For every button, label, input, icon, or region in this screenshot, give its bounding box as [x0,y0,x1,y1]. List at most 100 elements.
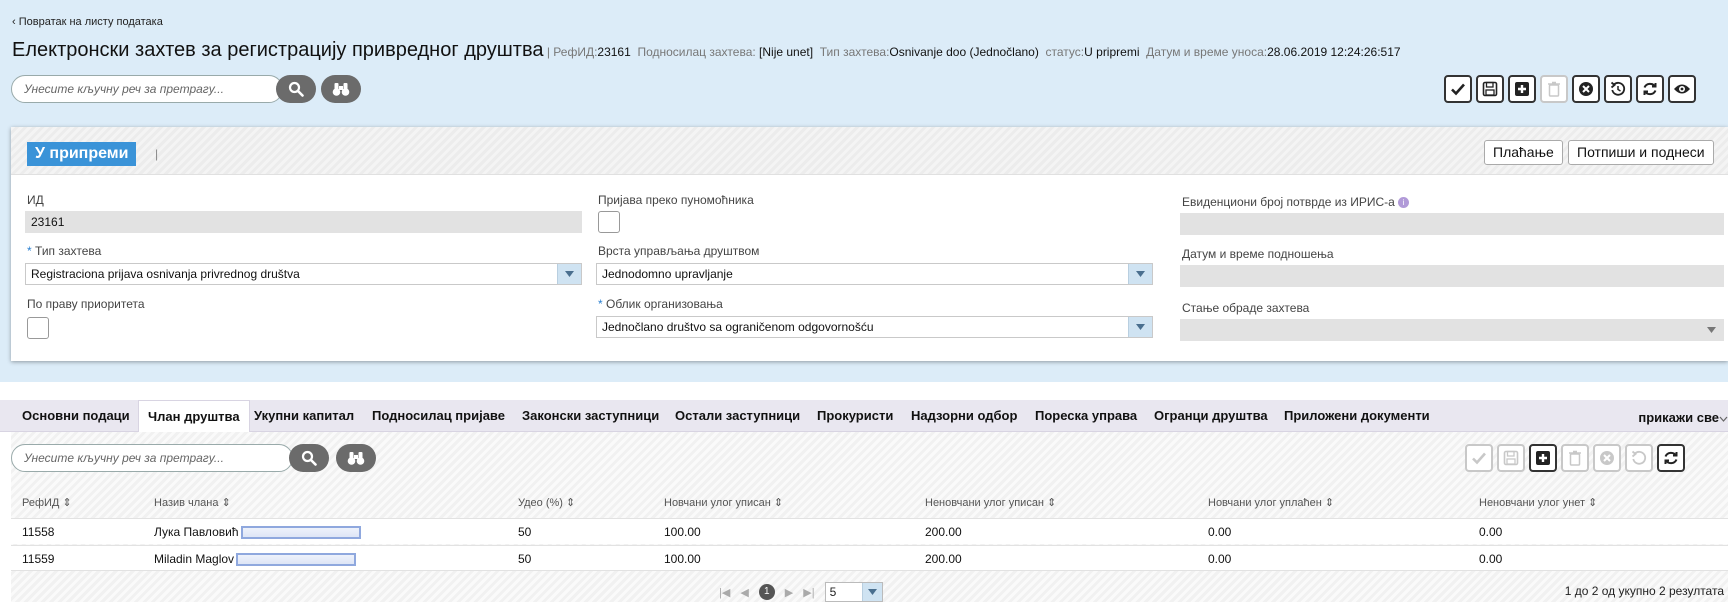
payment-button[interactable]: Плаћање [1484,140,1563,165]
grid-search-input[interactable] [11,444,293,472]
next-page-icon[interactable]: ▶ [785,586,793,599]
tab-tax-administration[interactable]: Пореска управа [1035,408,1137,423]
management-type-select[interactable]: Jednodomno upravljanje [596,263,1153,285]
priority-checkbox[interactable] [27,317,49,339]
tab-company-branches[interactable]: Огранци друштва [1154,408,1268,423]
grid-add-button[interactable] [1529,444,1557,472]
cancel-icon [1600,451,1614,465]
cancel-icon [1579,82,1593,96]
redacted-field [236,553,357,567]
tab-company-member[interactable]: Члан друштва [138,400,250,433]
request-form-card: У припреми | Плаћање Потпиши и поднеси И… [11,127,1728,361]
applicant-value: [Nije unet] [759,45,814,59]
grid-confirm-button[interactable] [1465,444,1493,472]
column-header-member-name[interactable]: Назив члана ⇕ [154,496,231,509]
cell-share: 50 [518,525,532,539]
tab-supervisory-board[interactable]: Надзорни одбор [911,408,1017,423]
refresh-button[interactable] [1636,75,1664,103]
save-button[interactable] [1476,75,1504,103]
tab-legal-representatives[interactable]: Законски заступници [522,408,659,423]
entry-date-label: Датум и време уноса: [1146,45,1268,59]
tab-other-representatives[interactable]: Остали заступници [675,408,800,423]
first-page-icon[interactable]: |◀ [719,586,730,599]
cell-refid: 11558 [22,525,55,539]
page-size-select[interactable]: 5 [824,582,883,602]
save-icon [1482,81,1498,97]
table-row[interactable]: 11558 Лука Павловић 50 100.00 200.00 0.0… [11,518,1728,544]
grid-advanced-search-button[interactable] [336,444,376,472]
binoculars-icon [332,83,350,96]
refid-value: 23161 [597,45,631,59]
processing-state-select[interactable] [1180,319,1724,341]
caret-down-icon [1706,327,1716,333]
organization-form-select[interactable]: Jednočlano društvo sa ograničenom odgovo… [596,316,1153,338]
title-line: Електронски захтев за регистрацију привр… [12,39,1401,62]
grid-delete-button[interactable] [1561,444,1589,472]
main-search-button[interactable] [276,75,316,103]
grid-search-button[interactable] [289,444,329,472]
view-button[interactable] [1668,75,1696,103]
tab-basic-data[interactable]: Основни подаци [22,408,130,423]
main-advanced-search-button[interactable] [321,75,361,103]
grid-cancel-button[interactable] [1593,444,1621,472]
main-search-input[interactable] [11,75,283,103]
column-header-cash-paid[interactable]: Новчани улог уплаћен ⇕ [1208,496,1334,509]
processing-state-dropdown-button[interactable] [1699,320,1723,340]
tab-procurators[interactable]: Прокуристи [817,408,893,423]
add-button[interactable] [1508,75,1536,103]
delete-icon [1548,81,1560,97]
status-label: статус: [1045,45,1085,59]
search-icon [301,450,317,466]
grid-save-button[interactable] [1497,444,1525,472]
sort-icon: ⇕ [221,497,231,509]
page-title: Електронски захтев за регистрацију привр… [12,39,544,61]
caret-down-icon [565,271,574,277]
refid-label: РефИД: [553,45,598,59]
sort-icon: ⇕ [62,497,72,509]
last-page-icon[interactable]: ▶| [803,586,814,599]
column-header-noncash-subscribed[interactable]: Неновчани улог уписан ⇕ [925,496,1056,509]
sign-and-submit-button[interactable]: Потпиши и поднеси [1568,140,1714,165]
management-type-dropdown-button[interactable] [1128,264,1152,284]
cell-cash-paid: 0.00 [1208,525,1232,539]
members-grid: РефИД ⇕ Назив члана ⇕ Удео (%) ⇕ Новчани… [11,432,1728,602]
pager: |◀ ◀ 1 ▶ ▶| 5 [719,582,883,602]
proxy-label: Пријава преко пуномоћника [598,193,754,207]
cancel-button[interactable] [1572,75,1600,103]
tab-attached-documents[interactable]: Приложени документи [1284,408,1430,423]
redacted-field [240,526,361,540]
id-field: 23161 [25,211,582,233]
column-header-share[interactable]: Удео (%) ⇕ [518,496,575,509]
entry-date-value: 28.06.2019 12:24:26:517 [1267,45,1401,59]
proxy-checkbox[interactable] [598,211,620,233]
back-to-list-link[interactable]: ‹ Повратак на листу података [12,16,163,28]
prev-page-icon[interactable]: ◀ [740,586,748,599]
request-type-field-label: * Тип захтева [27,244,102,258]
confirm-button[interactable] [1444,75,1472,103]
column-header-noncash-contributed[interactable]: Неновчани улог унет ⇕ [1479,496,1597,509]
page-size-value: 5 [829,585,837,599]
grid-refresh-button[interactable] [1657,444,1685,472]
results-count: 1 до 2 од укупно 2 резултата [1564,584,1724,598]
show-all-tabs-toggle[interactable]: прикажи све [1638,410,1728,425]
delete-button[interactable] [1540,75,1568,103]
organization-form-label: * Облик организовања [598,297,723,311]
info-icon[interactable]: i [1397,197,1409,209]
column-header-cash-subscribed[interactable]: Новчани улог уписан ⇕ [664,496,783,509]
check-icon [1472,452,1486,465]
request-type-select[interactable]: Registraciona prijava osnivanja privredn… [25,263,582,285]
organization-form-dropdown-button[interactable] [1128,317,1152,337]
sort-icon: ⇕ [1588,497,1598,509]
table-row[interactable]: 11559 Miladin Maglov 50 100.00 200.00 0.… [11,545,1728,571]
current-page[interactable]: 1 [758,584,775,600]
undo-button[interactable] [1604,75,1632,103]
request-type-dropdown-button[interactable] [557,264,581,284]
tab-applicant[interactable]: Подносилац пријаве [372,408,505,423]
tab-total-capital[interactable]: Укупни капитал [254,408,354,423]
id-label: ИД [27,193,44,207]
page-size-dropdown-button[interactable] [861,583,882,601]
column-header-refid[interactable]: РефИД ⇕ [22,496,72,509]
submit-date-label: Датум и време подношења [1182,247,1334,261]
tabs-bar: Основни подаци Члан друштва Укупни капит… [0,400,1728,433]
grid-undo-button[interactable] [1625,444,1653,472]
